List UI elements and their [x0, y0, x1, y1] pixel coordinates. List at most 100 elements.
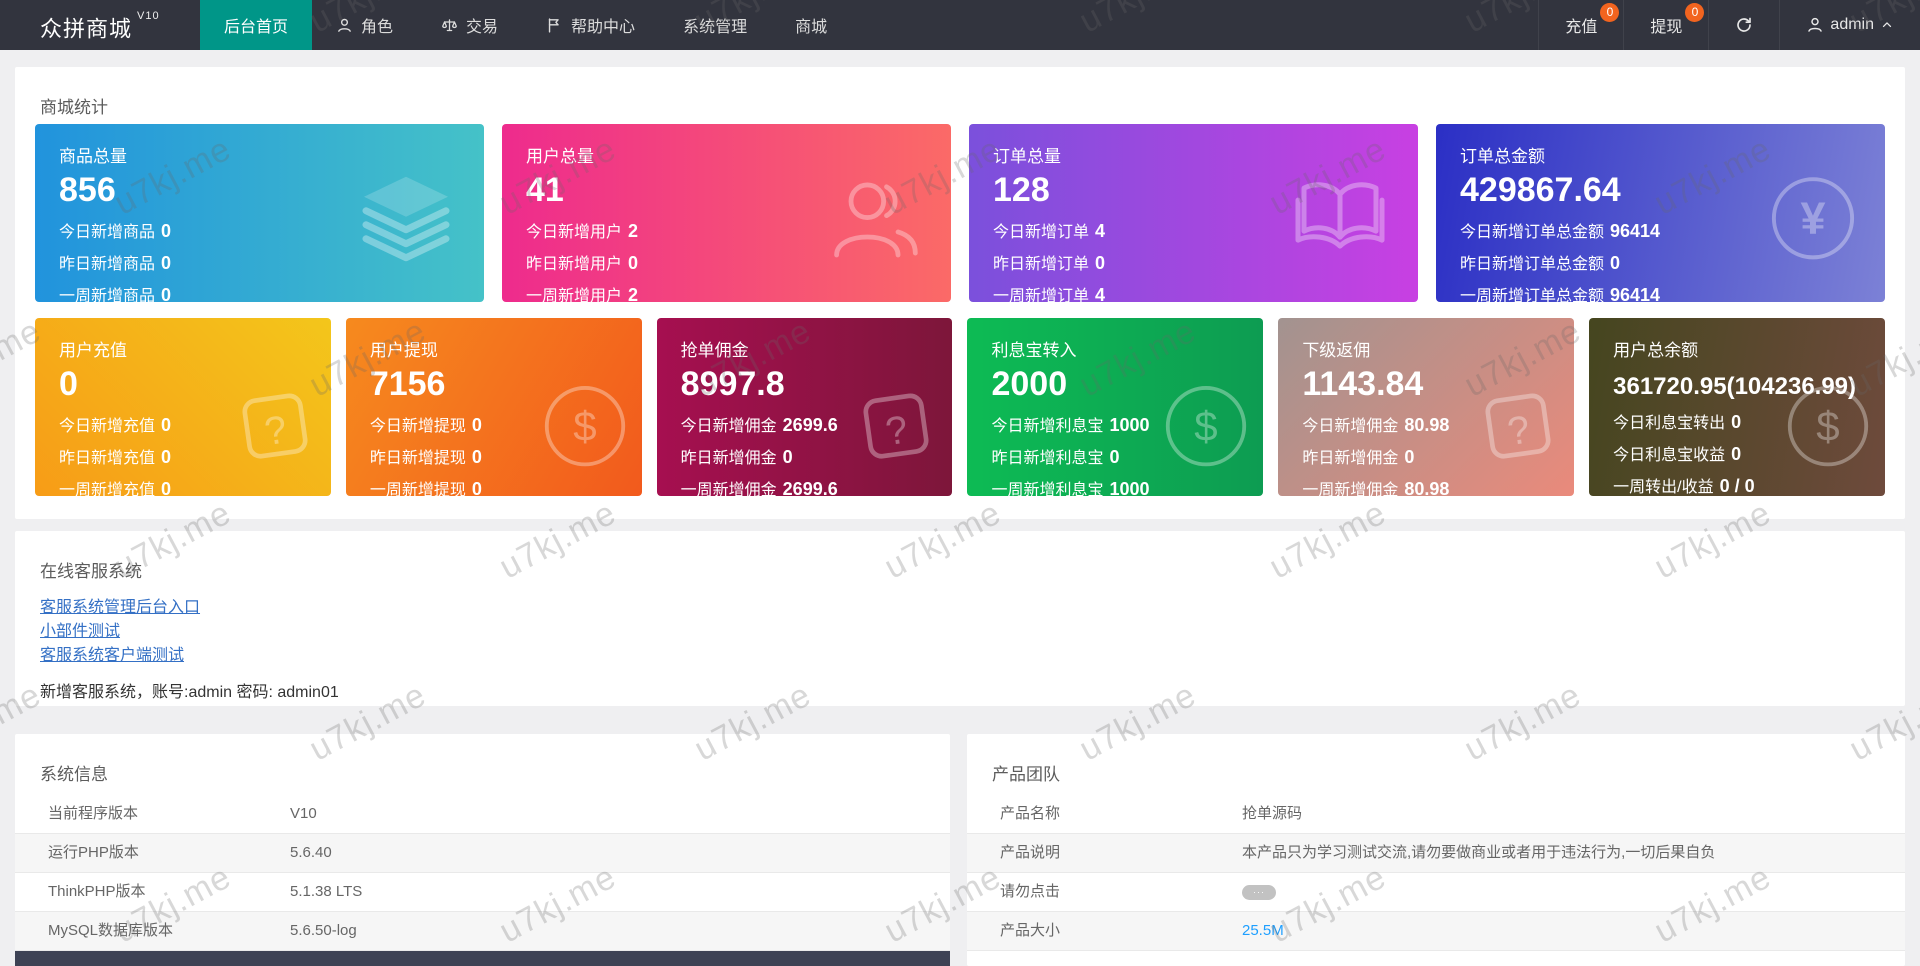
- row-label: 请勿点击: [967, 873, 1242, 911]
- stat-card-title: 下级返佣: [1302, 336, 1550, 361]
- dollar-icon: $: [1785, 383, 1871, 469]
- recharge-label: 充值: [1565, 13, 1597, 37]
- person-icon: [1806, 16, 1824, 34]
- top-navbar: 众拼商城V10 后台首页角色交易帮助中心系统管理商城 充值0提现0admin: [0, 0, 1920, 50]
- nav-item[interactable]: 系统管理: [659, 0, 771, 50]
- dollar-icon: $: [542, 383, 628, 469]
- stats-panel-title: 商城统计: [15, 67, 1905, 118]
- system-info-panel: 系统信息 当前程序版本V10运行PHP版本5.6.40ThinkPHP版本5.1…: [15, 734, 950, 966]
- scales-icon: [441, 17, 458, 34]
- user-icon: [827, 173, 923, 265]
- system-info-table: 当前程序版本V10运行PHP版本5.6.40ThinkPHP版本5.1.38 L…: [15, 795, 950, 951]
- service-link[interactable]: 小部件测试: [40, 620, 1905, 644]
- stat-card: 用户充值0今日新增充值0昨日新增充值0一周新增充值0 ?: [35, 318, 331, 496]
- product-team-panel: 产品团队 产品名称抢单源码产品说明本产品只为学习测试交流,请勿要做商业或者用于违…: [967, 734, 1905, 966]
- table-row: 运行PHP版本5.6.40: [15, 834, 950, 873]
- stat-card-title: 抢单佣金: [681, 336, 929, 361]
- nav-item-label: 后台首页: [224, 13, 288, 37]
- table-row: 产品说明本产品只为学习测试交流,请勿要做商业或者用于违法行为,一切后果自负: [967, 834, 1905, 873]
- service-links: 客服系统管理后台入口小部件测试客服系统客户端测试: [40, 596, 1905, 668]
- person-icon: [336, 17, 353, 34]
- row-value: 5.6.50-log: [290, 912, 950, 950]
- nav-item-label: 交易: [466, 13, 498, 37]
- row-value: 5.6.40: [290, 834, 950, 872]
- svg-text:?: ?: [883, 409, 911, 455]
- service-link[interactable]: 客服系统客户端测试: [40, 644, 1905, 668]
- stat-card: 用户提现7156今日新增提现0昨日新增提现0一周新增提现0 $: [346, 318, 642, 496]
- stat-card-title: 用户充值: [59, 336, 307, 361]
- product-team-table: 产品名称抢单源码产品说明本产品只为学习测试交流,请勿要做商业或者用于违法行为,一…: [967, 795, 1905, 951]
- svg-text:?: ?: [262, 409, 290, 455]
- product-team-title: 产品团队: [967, 734, 1905, 785]
- nav-item-label: 商城: [795, 13, 827, 37]
- username: admin: [1830, 16, 1874, 34]
- question-icon: ?: [854, 384, 938, 468]
- withdraw-label: 提现: [1650, 13, 1682, 37]
- dollar-icon: $: [1163, 383, 1249, 469]
- recharge-badge: 0: [1600, 3, 1619, 22]
- nav-item[interactable]: 后台首页: [200, 0, 312, 50]
- row-value[interactable]: ···: [1242, 873, 1905, 911]
- nav-item-label: 系统管理: [683, 13, 747, 37]
- nav-item[interactable]: 商城: [771, 0, 851, 50]
- stat-card-title: 利息宝转入: [991, 336, 1239, 361]
- stat-cards-row-2: 用户充值0今日新增充值0昨日新增充值0一周新增充值0 ?用户提现7156今日新增…: [35, 318, 1885, 496]
- stat-card-title: 订单总量: [993, 142, 1394, 167]
- nav-item[interactable]: 帮助中心: [522, 0, 659, 50]
- service-panel-title: 在线客服系统: [15, 531, 1905, 582]
- stat-card: 商品总量856今日新增商品0昨日新增商品0一周新增商品0: [35, 124, 484, 302]
- svg-text:?: ?: [1505, 409, 1533, 455]
- stat-card: 用户总余额361720.95(104236.99)今日利息宝转出0今日利息宝收益…: [1589, 318, 1885, 496]
- nav-item-label: 帮助中心: [571, 13, 635, 37]
- row-label: 产品说明: [967, 834, 1242, 872]
- yen-icon: ¥: [1769, 174, 1857, 262]
- service-link[interactable]: 客服系统管理后台入口: [40, 596, 1905, 620]
- stat-card-title: 订单总金额: [1460, 142, 1861, 167]
- row-label: 产品大小: [967, 912, 1242, 950]
- stat-card-line: 一周新增充值0: [59, 476, 307, 496]
- stat-card-title: 用户总余额: [1613, 336, 1861, 361]
- table-row: 当前程序版本V10: [15, 795, 950, 834]
- stat-card-line: 一周新增佣金80.98: [1302, 476, 1550, 496]
- brand-name: 众拼商城: [40, 16, 132, 41]
- system-info-title: 系统信息: [15, 734, 950, 785]
- stat-card: 利息宝转入2000今日新增利息宝1000昨日新增利息宝0一周新增利息宝1000 …: [967, 318, 1263, 496]
- row-label: 产品名称: [967, 795, 1242, 833]
- table-row: 产品大小25.5M: [967, 912, 1905, 951]
- stat-card-line: 一周新增订单总金额96414: [1460, 282, 1861, 302]
- stat-card-title: 用户提现: [370, 336, 618, 361]
- stat-card: 用户总量41今日新增用户2昨日新增用户0一周新增用户2: [502, 124, 951, 302]
- question-icon: ?: [1476, 384, 1560, 468]
- stat-cards-row-1: 商品总量856今日新增商品0昨日新增商品0一周新增商品0 用户总量41今日新增用…: [35, 124, 1885, 302]
- flag-icon: [546, 17, 563, 34]
- user-menu[interactable]: admin: [1779, 0, 1920, 50]
- row-value: 5.1.38 LTS: [290, 873, 950, 911]
- stat-card: 下级返佣1143.84今日新增佣金80.98昨日新增佣金0一周新增佣金80.98…: [1278, 318, 1574, 496]
- nav-right-actions: 充值0提现0admin: [1538, 0, 1920, 50]
- question-icon: ?: [233, 384, 317, 468]
- svg-text:$: $: [1195, 403, 1218, 450]
- refresh-button[interactable]: [1708, 0, 1779, 50]
- row-value-link[interactable]: 25.5M: [1242, 912, 1905, 950]
- do-not-click-pill[interactable]: ···: [1242, 885, 1276, 900]
- nav-item[interactable]: 交易: [417, 0, 522, 50]
- nav-item-label: 角色: [361, 13, 393, 37]
- stats-panel: 商城统计 商品总量856今日新增商品0昨日新增商品0一周新增商品0 用户总量41…: [15, 67, 1905, 519]
- stat-card-line: 一周新增用户2: [526, 282, 927, 302]
- chevron-up-icon: [1880, 18, 1894, 32]
- service-note: 新增客服系统，账号:admin 密码: admin01: [40, 678, 1905, 702]
- row-label: MySQL数据库版本: [15, 912, 290, 950]
- recharge-button[interactable]: 充值0: [1538, 0, 1623, 50]
- nav-item[interactable]: 角色: [312, 0, 417, 50]
- refresh-icon: [1735, 16, 1753, 34]
- brand-version: V10: [137, 10, 160, 22]
- table-row: 请勿点击···: [967, 873, 1905, 912]
- stat-card: 订单总金额429867.64今日新增订单总金额96414昨日新增订单总金额0一周…: [1436, 124, 1885, 302]
- bottom-cutoff-bar: [15, 951, 950, 966]
- row-label: 运行PHP版本: [15, 834, 290, 872]
- table-row: ThinkPHP版本5.1.38 LTS: [15, 873, 950, 912]
- withdraw-button[interactable]: 提现0: [1623, 0, 1708, 50]
- stat-card-title: 商品总量: [59, 142, 460, 167]
- brand-logo: 众拼商城 V10: [40, 0, 160, 50]
- svg-text:$: $: [573, 403, 596, 450]
